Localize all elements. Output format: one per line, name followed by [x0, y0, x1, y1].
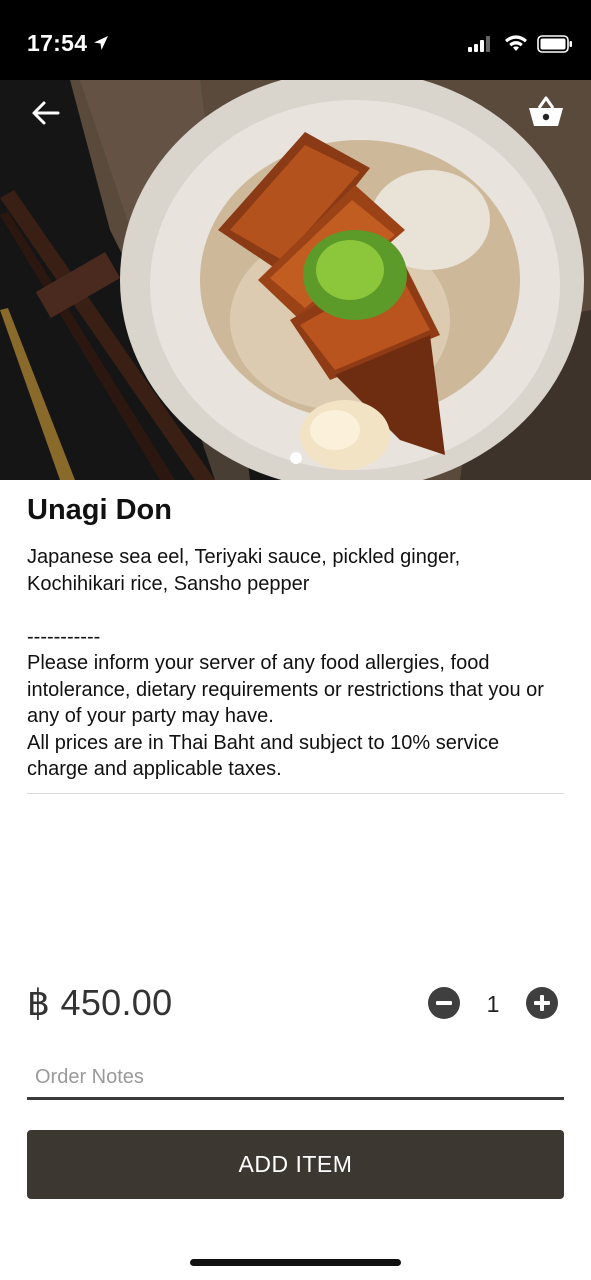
item-description: Japanese sea eel, Teriyaki sauce, pickle…	[27, 546, 544, 780]
add-item-button[interactable]: ADD ITEM	[27, 1130, 564, 1199]
back-arrow-icon[interactable]	[28, 95, 64, 131]
cellular-signal-icon	[468, 36, 490, 52]
quantity-value: 1	[486, 991, 500, 1017]
item-photo	[0, 80, 591, 480]
status-bar: 17:54	[0, 0, 591, 80]
order-notes-input[interactable]	[27, 1058, 564, 1100]
divider	[27, 793, 564, 794]
item-title: Unagi Don	[27, 494, 172, 526]
basket-icon[interactable]	[526, 92, 566, 132]
plus-circle-icon[interactable]	[526, 987, 558, 1019]
status-time: 17:54	[27, 30, 88, 56]
home-indicator[interactable]	[190, 1259, 401, 1266]
minus-circle-icon[interactable]	[428, 987, 460, 1019]
battery-icon	[537, 35, 572, 53]
carousel-page-indicator	[290, 452, 302, 464]
wifi-icon	[505, 35, 527, 51]
location-arrow-icon	[94, 36, 108, 50]
item-photo-carousel[interactable]	[0, 80, 591, 480]
item-price: ฿ 450.00	[27, 982, 173, 1023]
